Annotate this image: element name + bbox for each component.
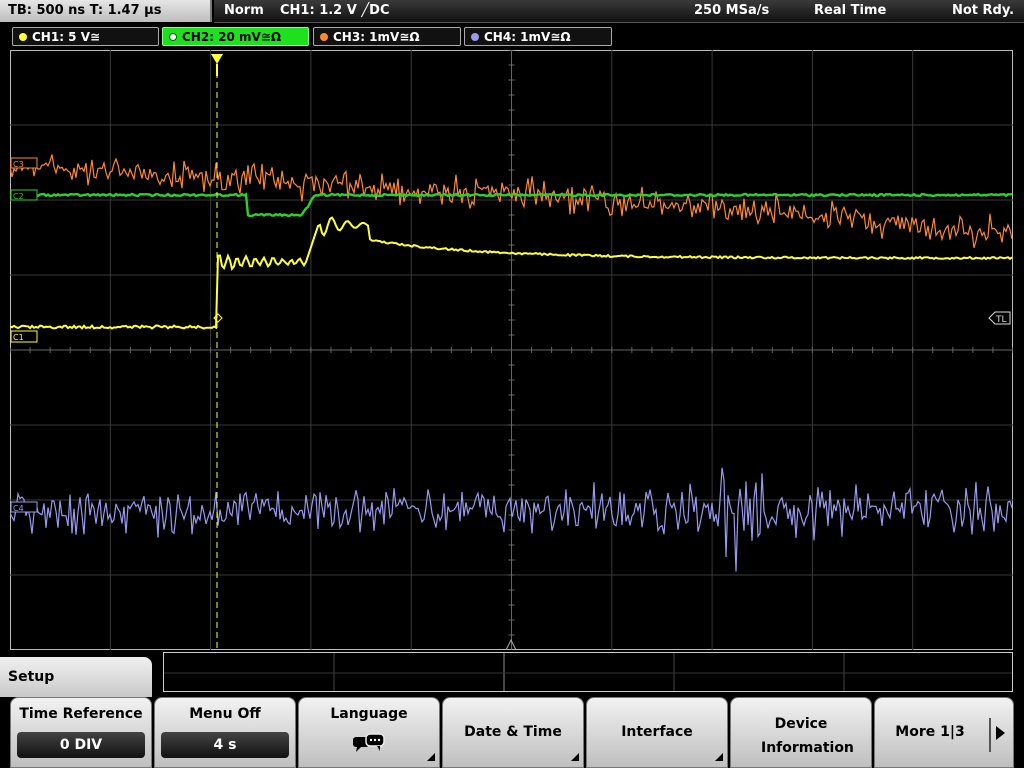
channel-dot-icon	[169, 33, 177, 41]
channel-tabs: CH1: 5 V≅ CH2: 20 mV≅Ω CH3: 1mV≅Ω CH4: 1…	[0, 26, 1024, 48]
device-information-softkey[interactable]: Device Information	[730, 697, 872, 768]
softkey-title: More 1|3	[895, 724, 965, 740]
sample-rate: 250 MSa/s	[694, 3, 770, 18]
svg-text:C3: C3	[13, 160, 24, 169]
channel-tab-ch3[interactable]: CH3: 1mV≅Ω	[313, 27, 461, 46]
softkey-title: Date & Time	[464, 724, 562, 740]
channel-label: CH3: 1mV≅Ω	[333, 30, 420, 44]
date-time-softkey[interactable]: Date & Time	[442, 697, 584, 768]
secondary-grid	[164, 653, 1012, 691]
channel-dot-icon	[320, 33, 328, 41]
svg-text:C2: C2	[13, 192, 24, 201]
svg-text:TL: TL	[995, 315, 1007, 325]
channel-label: CH4: 1mV≅Ω	[484, 30, 571, 44]
trigger-source[interactable]: CH1: 1.2 V ╱DC	[280, 3, 390, 18]
acquisition-mode: Real Time	[814, 3, 887, 18]
marker-c3[interactable]: C3	[10, 157, 38, 169]
menu-off-value: 4 s	[161, 732, 289, 758]
marker-c1[interactable]: C1	[10, 330, 38, 343]
speech-bubbles-icon	[299, 732, 439, 758]
channel-tab-ch4[interactable]: CH4: 1mV≅Ω	[464, 27, 612, 46]
interface-softkey[interactable]: Interface	[586, 697, 728, 768]
channel-label: CH2: 20 mV≅Ω	[182, 30, 282, 44]
submenu-corner-icon	[427, 753, 435, 761]
svg-text:C1: C1	[13, 333, 24, 342]
softkey-title: Interface	[621, 724, 693, 740]
language-softkey[interactable]: Language	[298, 697, 440, 768]
marker-c4[interactable]: C4	[10, 501, 38, 513]
softkey-separator	[989, 718, 991, 752]
submenu-corner-icon	[715, 753, 723, 761]
channel-tab-ch2[interactable]: CH2: 20 mV≅Ω	[162, 27, 309, 46]
menu-off-softkey[interactable]: Menu Off 4 s	[154, 697, 296, 768]
svg-text:C4: C4	[13, 504, 24, 513]
marker-c2[interactable]: C2	[10, 189, 38, 201]
waveform-canvas[interactable]: C3 C2 C1 C4 TL	[10, 50, 1013, 650]
time-reference-value: 0 DIV	[17, 732, 145, 758]
timebase-readout: TB: 500 ns T: 1.47 µs	[8, 3, 162, 18]
softkey-title: Device Information	[761, 716, 854, 756]
menu-title: Setup	[8, 669, 55, 685]
status-strip: Norm CH1: 1.2 V ╱DC 250 MSa/s Real Time …	[214, 0, 1024, 23]
ready-status: Not Rdy.	[952, 3, 1015, 18]
channel-dot-icon	[471, 33, 479, 41]
more-softkey[interactable]: More 1|3	[874, 697, 1014, 768]
channel-label: CH1: 5 V≅	[32, 30, 101, 44]
waveform-display[interactable]: C3 C2 C1 C4 TL	[10, 50, 1013, 650]
softkey-title: Time Reference	[19, 706, 143, 722]
next-page-arrow-icon	[996, 726, 1005, 740]
trigger-position-stem	[216, 64, 218, 76]
submenu-corner-icon	[571, 753, 579, 761]
channel-dot-icon	[19, 33, 27, 41]
timebase-box[interactable]: TB: 500 ns T: 1.47 µs	[0, 0, 212, 22]
time-reference-softkey[interactable]: Time Reference 0 DIV	[10, 697, 152, 768]
softkey-title: Language	[330, 706, 408, 722]
secondary-window[interactable]	[163, 652, 1013, 692]
menu-title-tab: Setup	[0, 657, 152, 697]
top-status-bar: TB: 500 ns T: 1.47 µs Norm CH1: 1.2 V ╱D…	[0, 0, 1024, 24]
channel-tab-ch1[interactable]: CH1: 5 V≅	[12, 27, 159, 46]
softkey-title: Menu Off	[189, 706, 261, 722]
trigger-mode[interactable]: Norm	[224, 3, 264, 18]
